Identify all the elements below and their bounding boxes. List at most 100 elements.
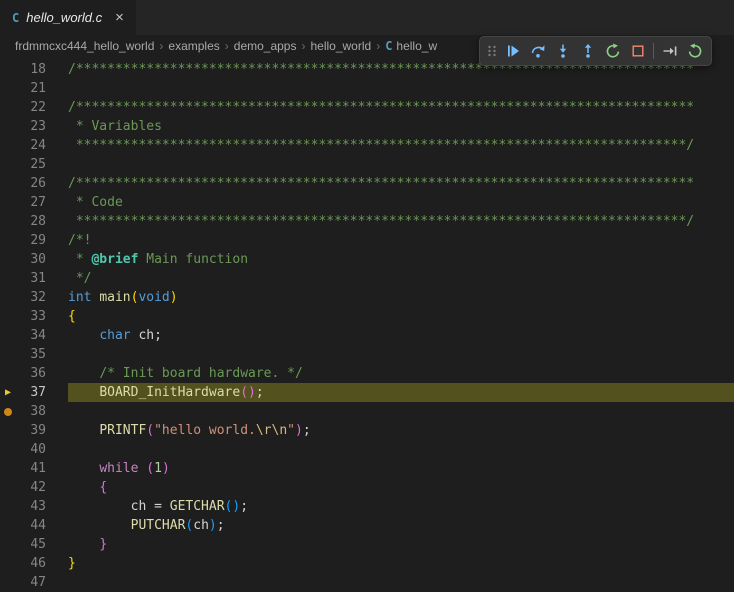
- debug-reset-button[interactable]: [682, 39, 707, 63]
- line-number: 40: [16, 440, 68, 459]
- line-gutter[interactable]: 45: [0, 535, 68, 554]
- debug-current-line-arrow-icon: ▶: [0, 383, 16, 402]
- line-gutter[interactable]: 27: [0, 193, 68, 212]
- debug-stop-button[interactable]: [625, 39, 650, 63]
- code-line[interactable]: 47: [0, 573, 734, 592]
- line-gutter[interactable]: 36: [0, 364, 68, 383]
- code-token: * Code: [68, 195, 123, 210]
- line-number: 44: [16, 516, 68, 535]
- line-gutter[interactable]: 43: [0, 497, 68, 516]
- code-text: * @brief Main function: [68, 250, 734, 269]
- line-gutter[interactable]: 21: [0, 79, 68, 98]
- line-gutter[interactable]: 31: [0, 269, 68, 288]
- code-line[interactable]: 30 * @brief Main function: [0, 250, 734, 269]
- line-gutter[interactable]: 44: [0, 516, 68, 535]
- code-line[interactable]: 28 *************************************…: [0, 212, 734, 231]
- code-token: [68, 518, 131, 533]
- debug-step-into-button[interactable]: [550, 39, 575, 63]
- code-text: [68, 573, 734, 592]
- code-token: void: [138, 290, 169, 305]
- line-gutter[interactable]: 46: [0, 554, 68, 573]
- code-token: (): [240, 385, 256, 400]
- breadcrumb-item-demo-apps[interactable]: demo_apps: [234, 39, 297, 53]
- code-token: ****************************************…: [68, 138, 694, 153]
- line-gutter[interactable]: 39: [0, 421, 68, 440]
- breadcrumb-item-project[interactable]: frdmmcxc444_hello_world: [15, 39, 154, 53]
- line-gutter[interactable]: 34: [0, 326, 68, 345]
- code-text: */: [68, 269, 734, 288]
- code-line[interactable]: 42 {: [0, 478, 734, 497]
- code-text: PUTCHAR(ch);: [68, 516, 734, 535]
- code-line[interactable]: 44 PUTCHAR(ch);: [0, 516, 734, 535]
- line-gutter[interactable]: 42: [0, 478, 68, 497]
- breadcrumb-item-examples[interactable]: examples: [168, 39, 219, 53]
- code-text: /***************************************…: [68, 98, 734, 117]
- toolbar-drag-handle[interactable]: [484, 39, 500, 63]
- code-line[interactable]: 39 PRINTF("hello world.\r\n");: [0, 421, 734, 440]
- line-gutter[interactable]: ▶37: [0, 383, 68, 402]
- code-line[interactable]: 33{: [0, 307, 734, 326]
- tab-close-icon[interactable]: ×: [115, 10, 124, 25]
- line-gutter[interactable]: 32: [0, 288, 68, 307]
- code-line[interactable]: ▶37 BOARD_InitHardware();: [0, 383, 734, 402]
- breadcrumb-file-label: hello_w: [396, 39, 437, 53]
- code-line[interactable]: 25: [0, 155, 734, 174]
- code-token: while: [99, 461, 138, 476]
- code-line[interactable]: 38: [0, 402, 734, 421]
- code-line[interactable]: 22/*************************************…: [0, 98, 734, 117]
- line-gutter[interactable]: 33: [0, 307, 68, 326]
- code-editor-lines: 18/*************************************…: [0, 60, 734, 592]
- debug-step-out-button[interactable]: [575, 39, 600, 63]
- code-token: [68, 328, 99, 343]
- debug-goto-target-button[interactable]: [657, 39, 682, 63]
- breadcrumb-item-hello-world[interactable]: hello_world: [310, 39, 371, 53]
- code-token: (: [146, 461, 154, 476]
- grip-dots-icon: [485, 43, 499, 59]
- line-gutter[interactable]: 25: [0, 155, 68, 174]
- code-token: BOARD_InitHardware: [99, 385, 240, 400]
- code-line[interactable]: 32int main(void): [0, 288, 734, 307]
- line-gutter[interactable]: 24: [0, 136, 68, 155]
- code-line[interactable]: 31 */: [0, 269, 734, 288]
- line-gutter[interactable]: 26: [0, 174, 68, 193]
- code-text: [68, 155, 734, 174]
- line-number: 42: [16, 478, 68, 497]
- code-line[interactable]: 23 * Variables: [0, 117, 734, 136]
- code-line[interactable]: 27 * Code: [0, 193, 734, 212]
- line-gutter[interactable]: 35: [0, 345, 68, 364]
- code-line[interactable]: 35: [0, 345, 734, 364]
- code-text: ****************************************…: [68, 212, 734, 231]
- code-line[interactable]: 41 while (1): [0, 459, 734, 478]
- code-token: /* Init board hardware. */: [99, 366, 303, 381]
- code-token: ;: [240, 499, 248, 514]
- code-text: {: [68, 478, 734, 497]
- debug-restart-button[interactable]: [600, 39, 625, 63]
- breadcrumb-item-file[interactable]: C hello_w: [385, 39, 437, 53]
- code-line[interactable]: 24 *************************************…: [0, 136, 734, 155]
- code-line[interactable]: 45 }: [0, 535, 734, 554]
- code-line[interactable]: 43 ch = GETCHAR();: [0, 497, 734, 516]
- line-gutter[interactable]: 38: [0, 402, 68, 421]
- line-gutter[interactable]: 22: [0, 98, 68, 117]
- code-line[interactable]: 46}: [0, 554, 734, 573]
- line-gutter[interactable]: 47: [0, 573, 68, 592]
- debug-step-over-button[interactable]: [525, 39, 550, 63]
- tab-hello-world-c[interactable]: C hello_world.c ×: [0, 0, 137, 35]
- line-gutter[interactable]: 28: [0, 212, 68, 231]
- code-line[interactable]: 34 char ch;: [0, 326, 734, 345]
- code-line[interactable]: 26/*************************************…: [0, 174, 734, 193]
- debug-continue-button[interactable]: [500, 39, 525, 63]
- code-line[interactable]: 36 /* Init board hardware. */: [0, 364, 734, 383]
- line-gutter[interactable]: 18: [0, 60, 68, 79]
- line-number: 21: [16, 79, 68, 98]
- line-gutter[interactable]: 30: [0, 250, 68, 269]
- line-gutter[interactable]: 29: [0, 231, 68, 250]
- code-line[interactable]: 21: [0, 79, 734, 98]
- line-gutter[interactable]: 40: [0, 440, 68, 459]
- code-token: @brief: [91, 252, 138, 267]
- line-gutter[interactable]: 23: [0, 117, 68, 136]
- line-gutter[interactable]: 41: [0, 459, 68, 478]
- code-line[interactable]: 29/*!: [0, 231, 734, 250]
- code-line[interactable]: 40: [0, 440, 734, 459]
- code-token: /***************************************…: [68, 176, 694, 191]
